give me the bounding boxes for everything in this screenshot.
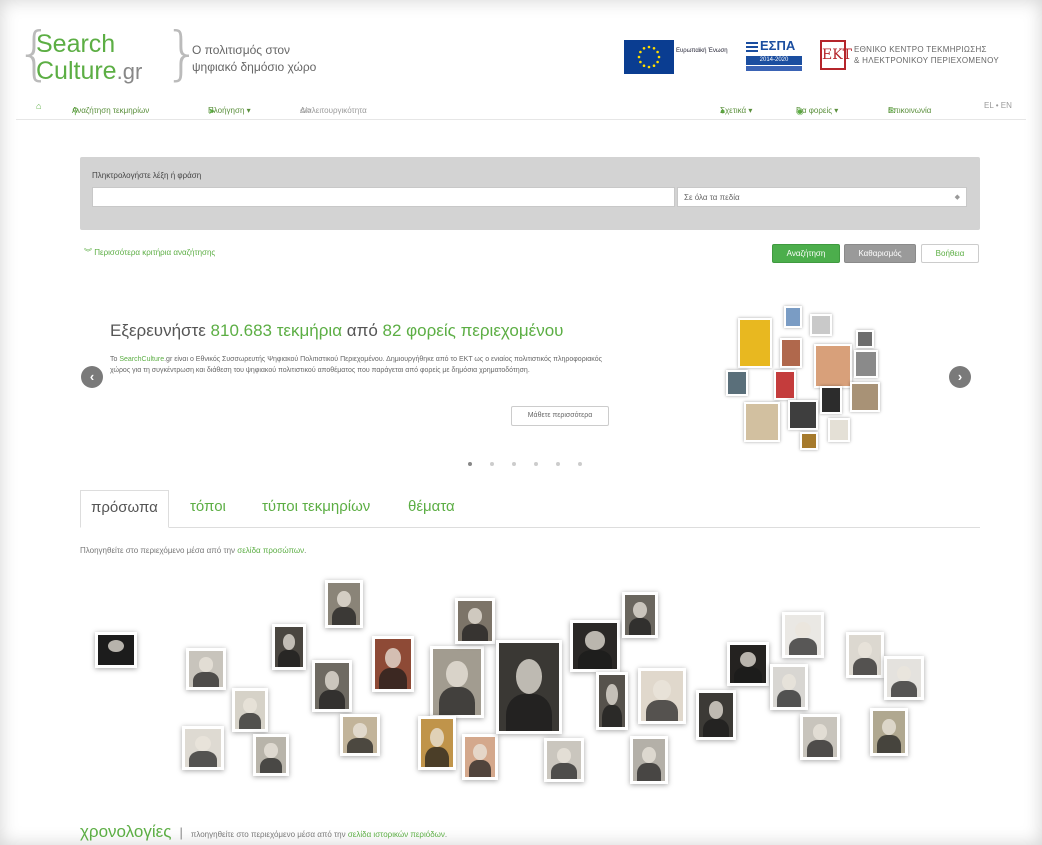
carousel-dot[interactable]	[556, 462, 560, 466]
person-thumbnail[interactable]	[272, 624, 306, 670]
tab-item-types[interactable]: τύποι τεκμηρίων	[252, 490, 380, 528]
person-thumbnail[interactable]	[622, 592, 658, 638]
home-icon[interactable]: ⌂	[36, 101, 41, 111]
person-thumbnail[interactable]	[870, 708, 908, 756]
person-thumbnail[interactable]	[544, 738, 584, 782]
carousel-dot[interactable]	[468, 462, 472, 466]
person-thumbnail[interactable]	[800, 714, 840, 760]
help-button[interactable]: Βοήθεια	[921, 244, 979, 263]
person-thumbnail[interactable]	[884, 656, 924, 700]
person-thumbnail[interactable]	[570, 620, 620, 672]
search-label: Πληκτρολογήστε λέξη ή φράση	[92, 171, 202, 180]
person-thumbnail[interactable]	[782, 612, 824, 658]
person-thumbnail[interactable]	[496, 640, 562, 734]
main-nav: ⌂ ⚲ Αναζήτηση τεκμηρίων ➤ Πλοήγηση ▾ </>…	[36, 101, 1012, 116]
chronologies-heading[interactable]: χρονολογίες	[80, 822, 171, 841]
search-input[interactable]	[92, 187, 675, 207]
person-thumbnail[interactable]	[696, 690, 736, 740]
search-button[interactable]: Αναζήτηση	[772, 244, 840, 263]
providers-count[interactable]: 82 φορείς περιεχομένου	[383, 321, 564, 340]
person-thumbnail[interactable]	[630, 736, 668, 784]
chevron-left-icon[interactable]: ‹	[81, 366, 103, 388]
tab-topics[interactable]: θέματα	[398, 490, 465, 528]
person-thumbnail[interactable]	[846, 632, 884, 678]
person-thumbnail[interactable]	[325, 580, 363, 628]
eu-flag-icon	[624, 40, 674, 74]
logo-line2: Culture.gr	[36, 57, 143, 85]
searchculture-link[interactable]: SearchCulture	[119, 356, 164, 363]
carousel-dot[interactable]	[512, 462, 516, 466]
eu-label: Ευρωπαϊκή Ένωση	[676, 48, 728, 54]
ekt-logo: ΕΚΤ	[820, 40, 852, 70]
site-tagline: Ο πολιτισμός στον ψηφιακό δημόσιο χώρο	[192, 43, 317, 74]
carousel-dot[interactable]	[578, 462, 582, 466]
person-thumbnail[interactable]	[462, 734, 498, 780]
person-thumbnail[interactable]	[182, 726, 224, 770]
person-thumbnail[interactable]	[638, 668, 686, 724]
hero-title: Εξερευνήστε 810.683 τεκμήρια από 82 φορε…	[110, 321, 564, 340]
logo-line1: Search	[36, 30, 116, 58]
carousel-dot[interactable]	[490, 462, 494, 466]
nav-divider	[16, 119, 1026, 120]
tab-persons[interactable]: πρόσωπα	[80, 490, 169, 528]
persons-page-link[interactable]: σελίδα προσώπων	[237, 546, 304, 555]
person-thumbnail[interactable]	[430, 646, 484, 718]
site-header: { Search Culture.gr } Ο πολιτισμός στον …	[16, 24, 1026, 88]
chronologies-section: χρονολογίες | πλοηγηθείτε στο περιεχόμενο …	[80, 822, 448, 841]
persons-note: Πλοηγηθείτε στο περιεχόμενο μέσα από την…	[80, 546, 307, 555]
person-thumbnail[interactable]	[340, 714, 380, 756]
person-thumbnail[interactable]	[455, 598, 495, 644]
carousel-dot[interactable]	[534, 462, 538, 466]
person-thumbnail[interactable]	[372, 636, 414, 692]
person-thumbnail[interactable]	[418, 716, 456, 770]
field-select[interactable]: Σε όλα τα πεδία ◆	[677, 187, 967, 207]
search-panel: Πληκτρολογήστε λέξη ή φράση Σε όλα τα πε…	[80, 157, 980, 230]
items-count[interactable]: 810.683 τεκμήρια	[211, 321, 343, 340]
person-thumbnail[interactable]	[253, 734, 289, 776]
person-thumbnail[interactable]	[312, 660, 352, 712]
more-criteria-link[interactable]: ︾ Περισσότερα κριτήρια αναζήτησης	[84, 247, 215, 258]
periods-page-link[interactable]: σελίδα ιστορικών περιόδων	[348, 830, 445, 839]
hero-collage	[718, 300, 918, 460]
person-thumbnail[interactable]	[95, 632, 137, 668]
select-caret-icon: ◆	[954, 194, 960, 201]
ekt-name: ΕΘΝΙΚΟ ΚΕΝΤΡΟ ΤΕΚΜΗΡΙΩΣΗΣ & ΗΛΕΚΤΡΟΝΙΚΟΥ…	[854, 45, 1000, 65]
language-switch[interactable]: EL • EN	[984, 101, 1012, 110]
person-thumbnail[interactable]	[186, 648, 226, 690]
person-thumbnail[interactable]	[596, 672, 628, 730]
browse-tabs: πρόσωπα τόποι τύποι τεκμηρίων θέματα	[80, 490, 980, 528]
chevron-right-icon[interactable]: ›	[949, 366, 971, 388]
person-thumbnail[interactable]	[770, 664, 808, 710]
person-thumbnail[interactable]	[232, 688, 268, 732]
learn-more-button[interactable]: Μάθετε περισσότερα	[511, 406, 609, 426]
searchculture-logo[interactable]: { Search Culture.gr }	[16, 24, 201, 86]
double-chevron-down-icon: ︾	[84, 248, 95, 257]
espa-logo: ΕΣΠΑ 2014-2020	[746, 38, 802, 74]
tab-places[interactable]: τόποι	[180, 490, 236, 528]
clear-button[interactable]: Καθαρισμός	[844, 244, 916, 263]
hero-description: Το SearchCulture.gr είναι ο Εθνικός Συσσ…	[110, 356, 602, 374]
person-thumbnail[interactable]	[727, 642, 769, 686]
